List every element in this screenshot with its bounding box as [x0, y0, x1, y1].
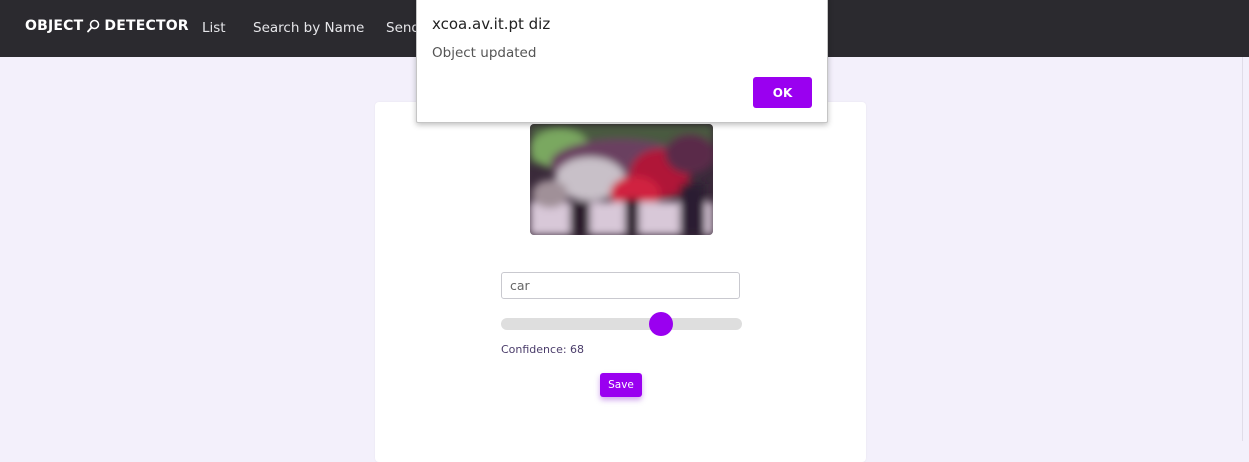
page-scrollbar[interactable]	[1242, 57, 1249, 441]
alert-dialog: xcoa.av.it.pt diz Object updated OK	[416, 0, 828, 123]
dialog-origin: xcoa.av.it.pt diz	[432, 15, 551, 33]
confidence-slider-track[interactable]	[501, 318, 742, 330]
object-name-input[interactable]	[501, 272, 740, 299]
ok-button[interactable]: OK	[753, 77, 812, 108]
nav-link-search-by-name[interactable]: Search by Name	[253, 20, 364, 36]
object-image	[530, 124, 713, 235]
nav-link-list[interactable]: List	[202, 20, 226, 36]
dialog-message: Object updated	[432, 45, 537, 61]
brand-left-text: OBJECT	[25, 18, 84, 34]
object-edit-card: Confidence: 68 Save	[375, 102, 866, 462]
search-icon	[87, 19, 100, 33]
brand-right-text: DETECTOR	[104, 18, 189, 34]
nav-link-send[interactable]: Send	[386, 20, 420, 36]
confidence-slider-thumb[interactable]	[648, 312, 673, 336]
brand-logo[interactable]: OBJECT DETECTOR	[25, 18, 189, 34]
confidence-label: Confidence: 68	[501, 343, 585, 356]
save-button[interactable]: Save	[600, 373, 642, 397]
